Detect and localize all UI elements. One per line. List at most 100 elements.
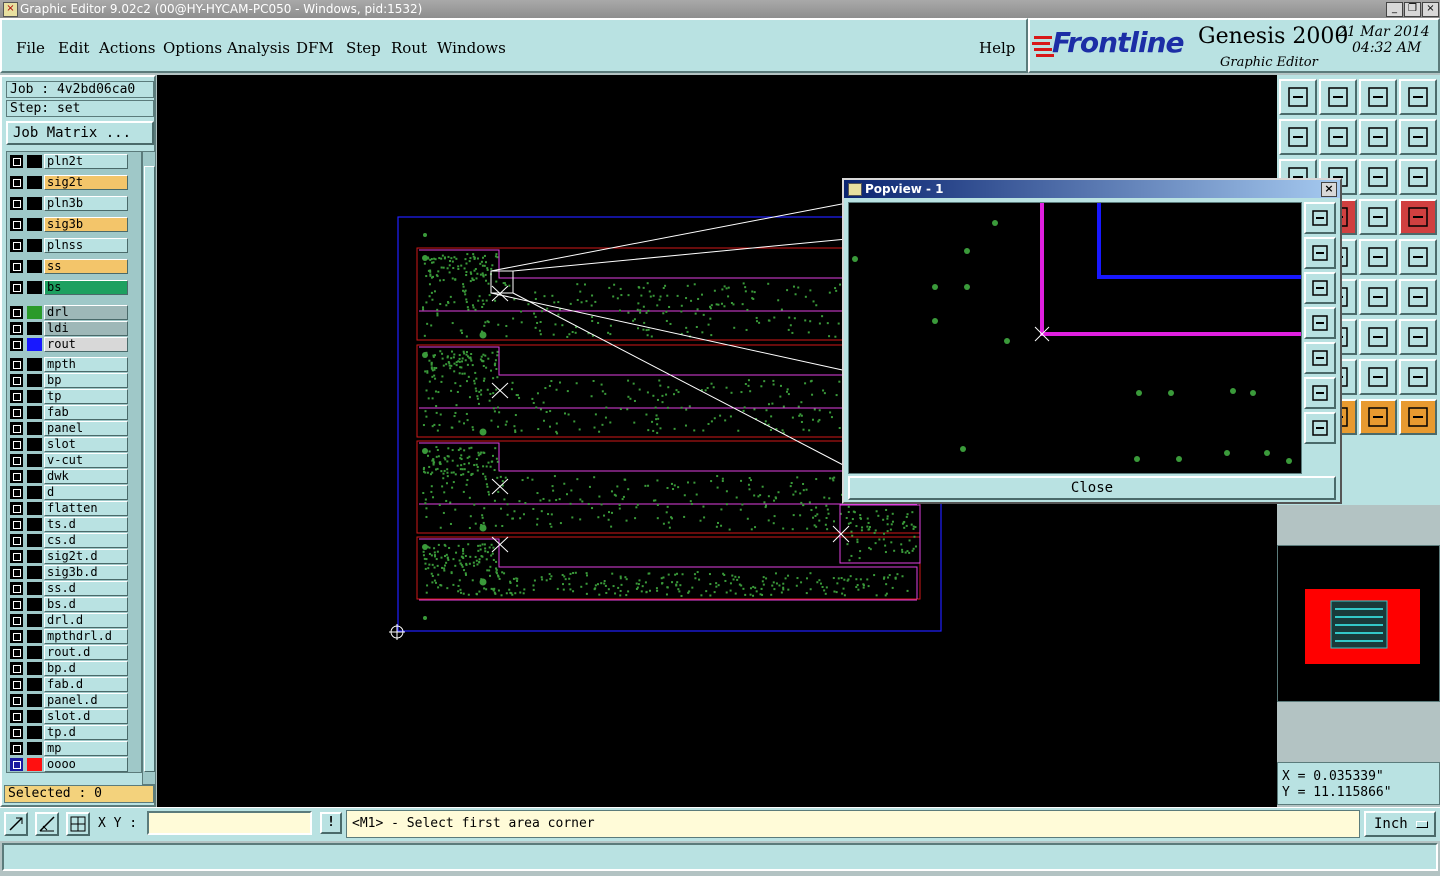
layer-name[interactable]: mp bbox=[44, 741, 128, 756]
layer-name[interactable]: bp bbox=[44, 373, 128, 388]
layer-checkbox[interactable] bbox=[10, 406, 23, 419]
layer-row-oooo[interactable]: oooo bbox=[7, 757, 141, 773]
layer-row-mpth[interactable]: mpth bbox=[7, 357, 141, 373]
layer-row-dwk[interactable]: dwk bbox=[7, 469, 141, 485]
redo-icon[interactable] bbox=[1399, 119, 1437, 155]
popview-canvas[interactable] bbox=[848, 202, 1302, 474]
layer-row-ss[interactable]: ss bbox=[7, 259, 141, 275]
layer-row-sig2t.d[interactable]: sig2t.d bbox=[7, 549, 141, 565]
draw-icon[interactable] bbox=[1399, 239, 1437, 275]
layer-row-fab[interactable]: fab bbox=[7, 405, 141, 421]
layer-checkbox[interactable] bbox=[10, 322, 23, 335]
layer-checkbox[interactable] bbox=[10, 374, 23, 387]
layer-checkbox[interactable] bbox=[10, 176, 23, 189]
menu-windows[interactable]: Windows bbox=[437, 39, 506, 57]
menu-dfm[interactable]: DFM bbox=[296, 39, 334, 57]
layer-name[interactable]: rout bbox=[44, 337, 128, 352]
layer-checkbox[interactable] bbox=[10, 422, 23, 435]
maximize-button[interactable]: ❐ bbox=[1404, 2, 1421, 17]
layer-checkbox[interactable] bbox=[10, 239, 23, 252]
layer-name[interactable]: mpthdrl.d bbox=[44, 629, 128, 644]
layer-name[interactable]: fab bbox=[44, 405, 128, 420]
close-window-button[interactable]: × bbox=[1422, 2, 1439, 17]
layer-row-panel[interactable]: panel bbox=[7, 421, 141, 437]
layer-row-panel.d[interactable]: panel.d bbox=[7, 693, 141, 709]
window-icon[interactable] bbox=[1399, 79, 1437, 115]
layer-checkbox[interactable] bbox=[10, 470, 23, 483]
pop-right-icon[interactable] bbox=[1304, 342, 1336, 374]
pad-icon[interactable] bbox=[1399, 199, 1437, 235]
layer-checkbox[interactable] bbox=[10, 486, 23, 499]
layer-checkbox[interactable] bbox=[10, 550, 23, 563]
layer-name[interactable]: plnss bbox=[44, 238, 128, 253]
layer-checkbox[interactable] bbox=[10, 155, 23, 168]
layer-row-pln2t[interactable]: pln2t bbox=[7, 154, 141, 170]
menu-help[interactable]: Help bbox=[979, 39, 1015, 57]
snap-grid-icon[interactable] bbox=[66, 812, 90, 836]
layer-checkbox[interactable] bbox=[10, 598, 23, 611]
save-icon[interactable] bbox=[1319, 79, 1357, 115]
layer-row-pln3b[interactable]: pln3b bbox=[7, 196, 141, 212]
xy-input[interactable] bbox=[147, 811, 312, 835]
layer-name[interactable]: sig2t bbox=[44, 175, 128, 190]
layer-row-bs[interactable]: bs bbox=[7, 280, 141, 296]
layer-checkbox[interactable] bbox=[10, 338, 23, 351]
layer-row-sig3b.d[interactable]: sig3b.d bbox=[7, 565, 141, 581]
pop-fit-icon[interactable] bbox=[1304, 377, 1336, 409]
layer-name[interactable]: ldi bbox=[44, 321, 128, 336]
layer-name[interactable]: oooo bbox=[44, 757, 128, 772]
layer-checkbox[interactable] bbox=[10, 630, 23, 643]
layer-name[interactable]: sig3b.d bbox=[44, 565, 128, 580]
layer-checkbox[interactable] bbox=[10, 614, 23, 627]
pop-down-icon[interactable] bbox=[1304, 272, 1336, 304]
layer-row-d[interactable]: d bbox=[7, 485, 141, 501]
layer-checkbox[interactable] bbox=[10, 582, 23, 595]
layer-name[interactable]: ss.d bbox=[44, 581, 128, 596]
layer-row-flatten[interactable]: flatten bbox=[7, 501, 141, 517]
menu-actions[interactable]: Actions bbox=[99, 39, 155, 57]
layer-scrollbar[interactable] bbox=[142, 151, 156, 785]
layer-row-bp[interactable]: bp bbox=[7, 373, 141, 389]
layer-checkbox[interactable] bbox=[10, 197, 23, 210]
layer-checkbox[interactable] bbox=[10, 566, 23, 579]
layer-row-ss.d[interactable]: ss.d bbox=[7, 581, 141, 597]
layer-name[interactable]: bs bbox=[44, 280, 128, 295]
route-icon[interactable] bbox=[1399, 399, 1437, 435]
layer-checkbox[interactable] bbox=[10, 726, 23, 739]
popview-close-button[interactable]: Close bbox=[848, 476, 1336, 500]
layer-name[interactable]: slot bbox=[44, 437, 128, 452]
layer-checkbox[interactable] bbox=[10, 306, 23, 319]
layer-name[interactable]: sig3b bbox=[44, 217, 128, 232]
layer-name[interactable]: panel.d bbox=[44, 693, 128, 708]
layer-name[interactable]: bs.d bbox=[44, 597, 128, 612]
layer-name[interactable]: pln3b bbox=[44, 196, 128, 211]
layer-checkbox[interactable] bbox=[10, 502, 23, 515]
undo-icon[interactable] bbox=[1359, 119, 1397, 155]
pop-left-icon[interactable] bbox=[1304, 307, 1336, 339]
layer-name[interactable]: v-cut bbox=[44, 453, 128, 468]
layer-checkbox[interactable] bbox=[10, 438, 23, 451]
layer-row-mp[interactable]: mp bbox=[7, 741, 141, 757]
layer-row-rout.d[interactable]: rout.d bbox=[7, 645, 141, 661]
layer-checkbox[interactable] bbox=[10, 358, 23, 371]
menu-analysis[interactable]: Analysis bbox=[227, 39, 290, 57]
layer-row-rout[interactable]: rout bbox=[7, 337, 141, 353]
menu-edit[interactable]: Edit bbox=[58, 39, 89, 57]
line2-icon[interactable] bbox=[1359, 239, 1397, 275]
layer-checkbox[interactable] bbox=[10, 454, 23, 467]
layer-checkbox[interactable] bbox=[10, 694, 23, 707]
ruler-icon[interactable] bbox=[1359, 199, 1397, 235]
layer-name[interactable]: tp.d bbox=[44, 725, 128, 740]
job-matrix-button[interactable]: Job Matrix ... bbox=[6, 121, 154, 145]
mirror-icon[interactable] bbox=[1359, 279, 1397, 315]
group-icon[interactable] bbox=[1399, 319, 1437, 355]
layer-row-slot[interactable]: slot bbox=[7, 437, 141, 453]
layer-row-slot.d[interactable]: slot.d bbox=[7, 709, 141, 725]
popview-window[interactable]: Popview - 1 × Close bbox=[842, 178, 1342, 504]
layer-name[interactable]: fab.d bbox=[44, 677, 128, 692]
home-icon[interactable] bbox=[1359, 79, 1397, 115]
execute-button[interactable]: ! bbox=[320, 812, 342, 834]
layer-checkbox[interactable] bbox=[10, 758, 23, 771]
layer-row-sig2t[interactable]: sig2t bbox=[7, 175, 141, 191]
layer-row-bp.d[interactable]: bp.d bbox=[7, 661, 141, 677]
